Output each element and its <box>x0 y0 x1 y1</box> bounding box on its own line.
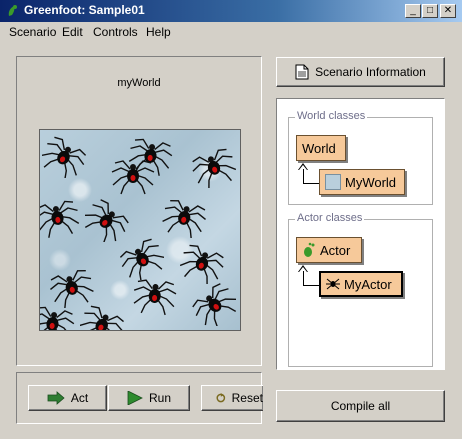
act-label: Act <box>70 391 89 405</box>
spider-actor[interactable] <box>42 132 88 178</box>
spider-actor[interactable] <box>190 142 236 188</box>
menu-scenario[interactable]: Scenario <box>9 25 56 39</box>
scenario-info-button[interactable]: Scenario Information <box>276 57 445 87</box>
spider-actor[interactable] <box>39 192 80 238</box>
myactor-class-label: MyActor <box>344 276 392 292</box>
status-bar <box>0 434 462 439</box>
compile-all-label: Compile all <box>330 399 391 413</box>
greenfoot-foot-icon <box>304 242 315 257</box>
myworld-class-label: MyWorld <box>345 174 397 190</box>
world-thumbnail-icon <box>325 174 341 190</box>
spider-actor[interactable] <box>180 238 226 284</box>
menu-bar: Scenario Edit Controls Help <box>0 22 462 42</box>
myactor-class-box[interactable]: MyActor <box>319 271 403 297</box>
world-panel: myWorld <box>16 56 262 366</box>
play-icon <box>127 391 143 405</box>
minimize-button[interactable]: _ <box>405 4 421 18</box>
reset-icon <box>216 393 226 403</box>
inheritance-connector <box>303 169 320 184</box>
reset-button[interactable]: Reset <box>201 385 263 411</box>
spider-actor[interactable] <box>110 150 156 196</box>
window-title: Greenfoot: Sample01 <box>24 3 145 17</box>
menu-edit[interactable]: Edit <box>62 25 83 39</box>
inheritance-connector <box>303 271 320 286</box>
document-icon <box>295 64 309 80</box>
actor-class-label: Actor <box>320 242 351 258</box>
controls-panel: Act Run Reset <box>16 372 263 424</box>
spider-actor[interactable] <box>80 300 126 331</box>
close-button[interactable]: ✕ <box>440 4 456 18</box>
run-label: Run <box>148 391 171 405</box>
step-arrow-icon <box>47 391 65 405</box>
run-button[interactable]: Run <box>108 385 190 411</box>
menu-help[interactable]: Help <box>146 25 171 39</box>
world-label: myWorld <box>117 77 161 89</box>
scenario-info-label: Scenario Information <box>315 65 426 79</box>
maximize-button[interactable]: □ <box>422 4 438 18</box>
reset-label: Reset <box>231 391 263 405</box>
spider-actor[interactable] <box>39 298 76 331</box>
spider-icon <box>326 278 340 290</box>
actor-class-box[interactable]: Actor <box>296 237 362 263</box>
spider-actor[interactable] <box>190 280 236 326</box>
world-canvas[interactable] <box>39 129 241 331</box>
class-browser: World classes World MyWorld Actor classe… <box>276 98 445 370</box>
spider-actor[interactable] <box>132 270 178 316</box>
menu-controls[interactable]: Controls <box>93 25 138 39</box>
compile-all-button[interactable]: Compile all <box>276 390 445 422</box>
title-bar[interactable]: Greenfoot: Sample01 _ □ ✕ <box>0 0 462 22</box>
actor-classes-title: Actor classes <box>295 212 365 224</box>
act-button[interactable]: Act <box>28 385 107 411</box>
world-classes-title: World classes <box>295 110 368 122</box>
spider-actor[interactable] <box>162 192 208 238</box>
world-class-label: World <box>302 140 336 156</box>
myworld-class-box[interactable]: MyWorld <box>319 169 405 195</box>
world-class-box[interactable]: World <box>296 135 346 161</box>
greenfoot-icon <box>8 5 17 16</box>
